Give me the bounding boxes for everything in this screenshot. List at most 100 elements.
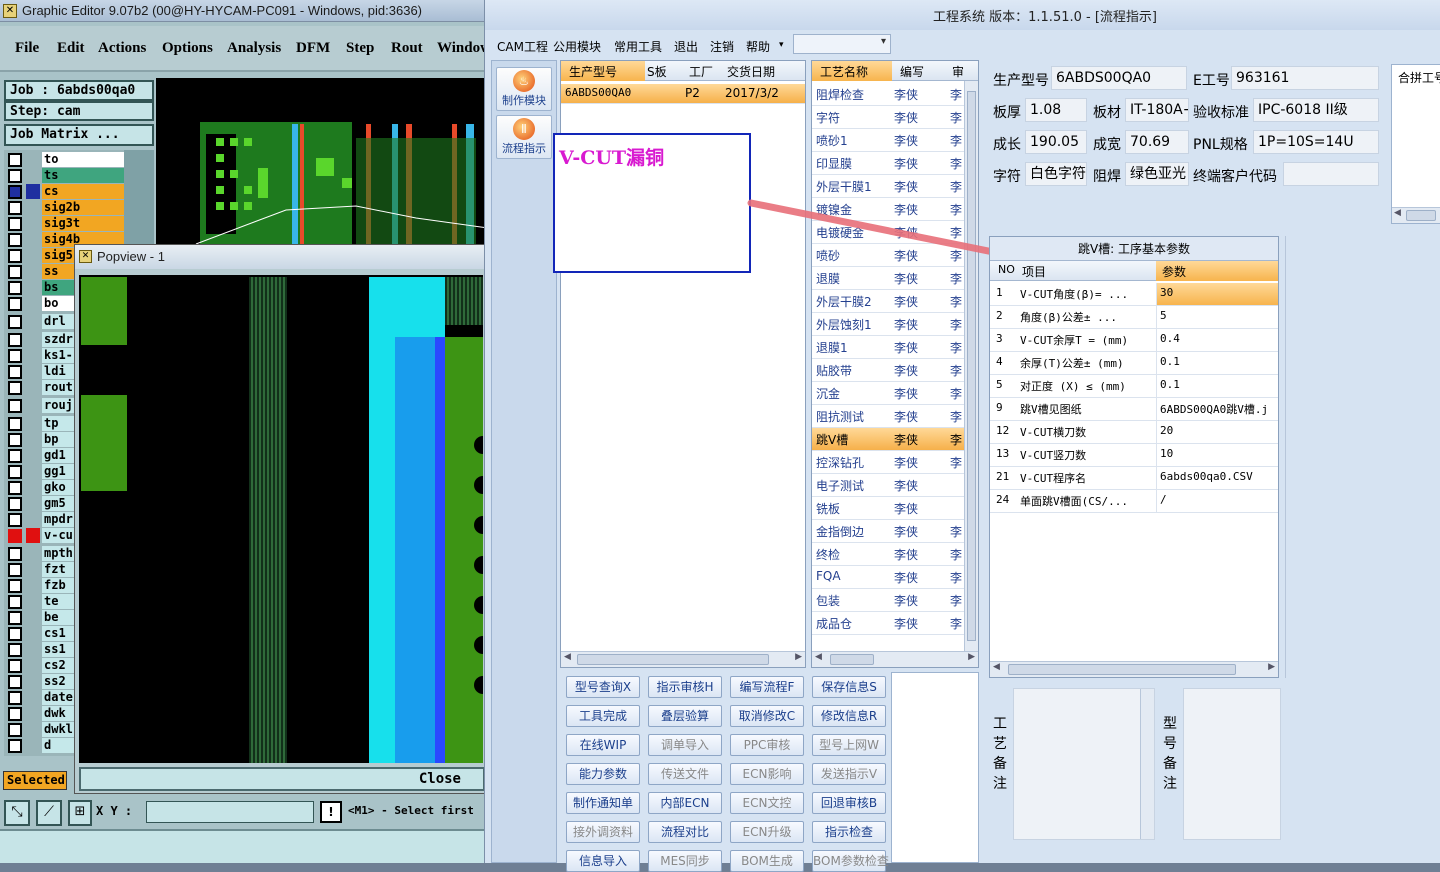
col-item[interactable]: 项目 xyxy=(1022,263,1046,280)
popview-canvas[interactable] xyxy=(79,275,483,763)
layer-checkbox[interactable] xyxy=(8,281,22,295)
layer-row[interactable]: to xyxy=(4,152,126,168)
layer-checkbox[interactable] xyxy=(8,497,22,511)
layer-checkbox[interactable] xyxy=(8,513,22,527)
layer-checkbox[interactable] xyxy=(8,465,22,479)
layer-checkbox[interactable] xyxy=(8,449,22,463)
action-button[interactable]: 指示检查 xyxy=(812,821,886,843)
process-row[interactable]: 电子测试 李侠 xyxy=(812,474,964,497)
layer-row[interactable]: ts xyxy=(4,168,126,184)
flow-instruction-button[interactable]: Ⅱ 流程指示 xyxy=(496,115,552,159)
layer-checkbox[interactable] xyxy=(8,627,22,641)
col-author[interactable]: 编写 xyxy=(900,63,924,80)
layer-row[interactable]: cs xyxy=(4,184,126,200)
action-button[interactable]: MES同步 xyxy=(648,850,722,872)
layer-checkbox[interactable] xyxy=(8,691,22,705)
process-row[interactable]: 跳V槽 李侠 李 xyxy=(812,428,964,451)
menu-rout[interactable]: Rout xyxy=(391,40,423,57)
action-button[interactable]: ECN升级 xyxy=(730,821,804,843)
action-button[interactable]: BOM生成 xyxy=(730,850,804,872)
e-no-field[interactable]: 963161 xyxy=(1231,66,1379,90)
layer-checkbox[interactable] xyxy=(8,365,22,379)
layer-checkbox[interactable] xyxy=(8,529,22,543)
layer-checkbox[interactable] xyxy=(8,201,22,215)
layer-checkbox[interactable] xyxy=(8,595,22,609)
layer-checkbox[interactable] xyxy=(8,643,22,657)
job-field[interactable]: Job : 6abds00qa0 xyxy=(4,80,154,101)
action-button[interactable]: ECN文控 xyxy=(730,792,804,814)
process-row[interactable]: 阻抗测试 李侠 李 xyxy=(812,405,964,428)
layer-checkbox[interactable] xyxy=(8,333,22,347)
process-row[interactable]: 阻焊检查 李侠 李 xyxy=(812,83,964,106)
step-field[interactable]: Step: cam xyxy=(4,101,154,121)
process-row[interactable]: 包装 李侠 李 xyxy=(812,589,964,612)
layer-checkbox[interactable] xyxy=(8,169,22,183)
col-delivery-date[interactable]: 交货日期 xyxy=(727,63,775,80)
layer-checkbox[interactable] xyxy=(8,399,22,413)
layer-checkbox[interactable] xyxy=(8,675,22,689)
zoom-area-icon[interactable]: ⤡ xyxy=(4,800,30,826)
action-button[interactable]: 指示审核H xyxy=(648,676,722,698)
layer-checkbox[interactable] xyxy=(8,611,22,625)
action-button[interactable]: 发送指示V xyxy=(812,763,886,785)
process-row[interactable]: 退膜1 李侠 李 xyxy=(812,336,964,359)
layer-checkbox[interactable] xyxy=(8,315,22,329)
action-button[interactable]: 传送文件 xyxy=(648,763,722,785)
action-button[interactable]: 修改信息R xyxy=(812,705,886,727)
process-hscroll[interactable]: ◀ ▶ xyxy=(812,651,978,667)
process-note-field[interactable] xyxy=(1013,688,1155,840)
process-row[interactable]: 字符 李侠 李 xyxy=(812,106,964,129)
col-param[interactable]: 参数 xyxy=(1162,263,1186,280)
menu-cam[interactable]: CAM工程 xyxy=(497,38,548,55)
layer-checkbox[interactable] xyxy=(8,723,22,737)
menu-window[interactable]: Window xyxy=(437,40,491,57)
menu-dfm[interactable]: DFM xyxy=(296,40,330,57)
layer-checkbox[interactable] xyxy=(8,433,22,447)
col-process-name[interactable]: 工艺名称 xyxy=(820,63,868,80)
process-row[interactable]: 印显膜 李侠 李 xyxy=(812,152,964,175)
action-button[interactable]: ECN影响 xyxy=(730,763,804,785)
param-row[interactable]: 5 对正度 (X) ≤ (mm) 0.1 xyxy=(990,375,1278,398)
standard-field[interactable]: IPC-6018 II级 xyxy=(1253,98,1379,122)
action-button[interactable]: BOM参数检查 xyxy=(812,850,889,872)
measure-icon[interactable]: ⟋ xyxy=(36,800,62,826)
param-row[interactable]: 24 单面跳V槽面(CS/... / xyxy=(990,490,1278,513)
action-button[interactable]: 调单导入 xyxy=(648,734,722,756)
layer-checkbox[interactable] xyxy=(8,297,22,311)
toolbar-combo[interactable] xyxy=(793,34,891,54)
width-field[interactable]: 70.69 xyxy=(1125,130,1189,154)
layer-checkbox[interactable] xyxy=(8,563,22,577)
make-module-button[interactable]: ♨ 制作模块 xyxy=(496,67,552,111)
layer-checkbox[interactable] xyxy=(8,265,22,279)
action-button[interactable]: 型号上网W xyxy=(812,734,886,756)
menu-common-module[interactable]: 公用模块 xyxy=(553,38,601,55)
param-row[interactable]: 13 V-CUT竖刀数 10 xyxy=(990,444,1278,467)
col-no[interactable]: NO xyxy=(998,263,1015,276)
param-row[interactable]: 21 V-CUT程序名 6abds00qa0.CSV xyxy=(990,467,1278,490)
popview-close-button[interactable]: Close xyxy=(79,767,485,791)
col-model[interactable]: 生产型号 xyxy=(569,63,617,80)
layer-checkbox[interactable] xyxy=(8,349,22,363)
process-row[interactable]: FQA 李侠 李 xyxy=(812,566,964,589)
customer-code-field[interactable] xyxy=(1283,162,1379,186)
layer-row[interactable]: sig3t xyxy=(4,216,126,232)
layer-checkbox[interactable] xyxy=(8,417,22,431)
layer-checkbox[interactable] xyxy=(8,233,22,247)
title-bar[interactable]: ✕ Graphic Editor 9.07b2 (00@HY-HYCAM-PC0… xyxy=(0,0,488,22)
col-s-board[interactable]: S板 xyxy=(647,63,667,80)
layer-checkbox[interactable] xyxy=(8,249,22,263)
action-button[interactable]: 信息导入 xyxy=(566,850,640,872)
action-button[interactable]: 制作通知单 xyxy=(566,792,640,814)
param-row[interactable]: 3 V-CUT余厚T = (mm) 0.4 xyxy=(990,329,1278,352)
process-vscroll[interactable] xyxy=(964,81,978,651)
col-reviewer[interactable]: 审 xyxy=(952,63,964,80)
length-field[interactable]: 190.05 xyxy=(1025,130,1087,154)
action-button[interactable]: 流程对比 xyxy=(648,821,722,843)
job-matrix-button[interactable]: Job Matrix ... xyxy=(4,124,154,146)
mask-field[interactable]: 绿色亚光 xyxy=(1125,162,1189,186)
grid-icon[interactable]: ⊞ xyxy=(68,800,92,826)
action-button[interactable]: 回退审核B xyxy=(812,792,886,814)
layer-checkbox[interactable] xyxy=(8,707,22,721)
char-field[interactable]: 白色字符 xyxy=(1025,162,1087,186)
alert-icon[interactable]: ! xyxy=(320,801,342,823)
